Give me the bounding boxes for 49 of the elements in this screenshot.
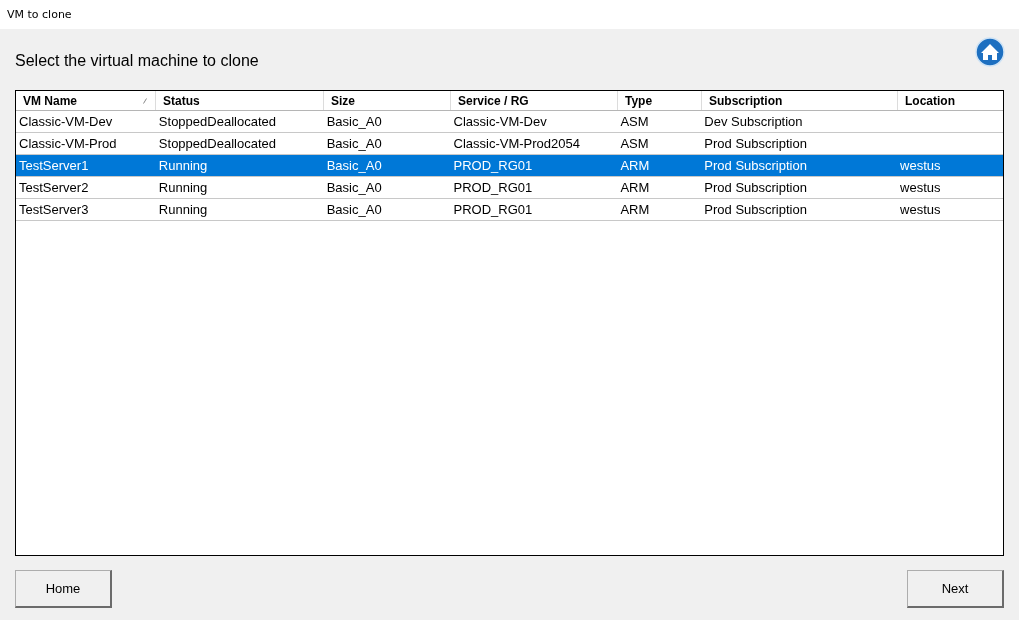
column-header[interactable]: Size <box>324 91 451 110</box>
table-cell: ARM <box>620 158 650 173</box>
column-header[interactable]: Status <box>156 91 324 110</box>
table-row[interactable]: TestServer3 Running Basic_A0 PROD_RG01 ARM Prod Subscription westus <box>16 199 1003 221</box>
window-title: VM to clone <box>7 8 72 21</box>
table-cell: PROD_RG01 <box>453 158 533 173</box>
home-icon[interactable] <box>975 36 1005 67</box>
table-row[interactable]: TestServer2 Running Basic_A0 PROD_RG01 ARM Prod Subscription westus <box>16 177 1003 199</box>
column-header[interactable]: Type <box>618 91 702 110</box>
table-cell: TestServer2 <box>19 180 89 195</box>
table-cell: PROD_RG01 <box>453 202 533 217</box>
column-header[interactable]: Location <box>898 91 1003 110</box>
table-cell: Basic_A0 <box>326 158 382 173</box>
table-cell: Basic_A0 <box>326 136 382 151</box>
table-cell: ASM <box>620 114 649 129</box>
table-cell: PROD_RG01 <box>453 180 533 195</box>
table-cell: Classic-VM-Prod2054 <box>453 136 580 151</box>
table-cell: ARM <box>620 202 650 217</box>
table-cell: Running <box>158 180 208 195</box>
table-row[interactable]: Classic-VM-Dev StoppedDeallocated Basic_A0 Classic-VM-Dev ASM Dev Subscription <box>16 111 1003 133</box>
table-cell: StoppedDeallocated <box>158 136 276 151</box>
home-button[interactable]: Home <box>15 570 112 608</box>
page-heading: Select the virtual machine to clone <box>15 51 259 70</box>
table-row[interactable]: TestServer1 Running Basic_A0 PROD_RG01 ARM Prod Subscription westus <box>16 155 1003 177</box>
table-cell: Basic_A0 <box>326 114 382 129</box>
table-cell: Prod Subscription <box>704 202 807 217</box>
table-cell: westus <box>900 202 941 217</box>
table-cell: Running <box>158 158 208 173</box>
table-cell: westus <box>900 180 941 195</box>
table-cell: Classic-VM-Dev <box>19 114 113 129</box>
table-cell: StoppedDeallocated <box>158 114 276 129</box>
table-cell: Basic_A0 <box>326 202 382 217</box>
column-header[interactable]: Subscription <box>702 91 898 110</box>
table-cell: Dev Subscription <box>704 114 803 129</box>
table-cell: Prod Subscription <box>704 158 807 173</box>
table-cell: Classic-VM-Dev <box>453 114 547 129</box>
table-cell: TestServer3 <box>19 202 89 217</box>
table-cell: ASM <box>620 136 649 151</box>
table-cell: Basic_A0 <box>326 180 382 195</box>
column-header[interactable]: VM Name <box>16 91 156 110</box>
table-cell: westus <box>900 158 941 173</box>
table-cell: Prod Subscription <box>704 180 807 195</box>
table-cell: Prod Subscription <box>704 136 807 151</box>
table-cell: ARM <box>620 180 650 195</box>
table-cell: Running <box>158 202 208 217</box>
column-header[interactable]: Service / RG <box>451 91 618 110</box>
next-button[interactable]: Next <box>907 570 1004 608</box>
table-cell: TestServer1 <box>19 158 89 173</box>
table-cell: Classic-VM-Prod <box>19 136 117 151</box>
